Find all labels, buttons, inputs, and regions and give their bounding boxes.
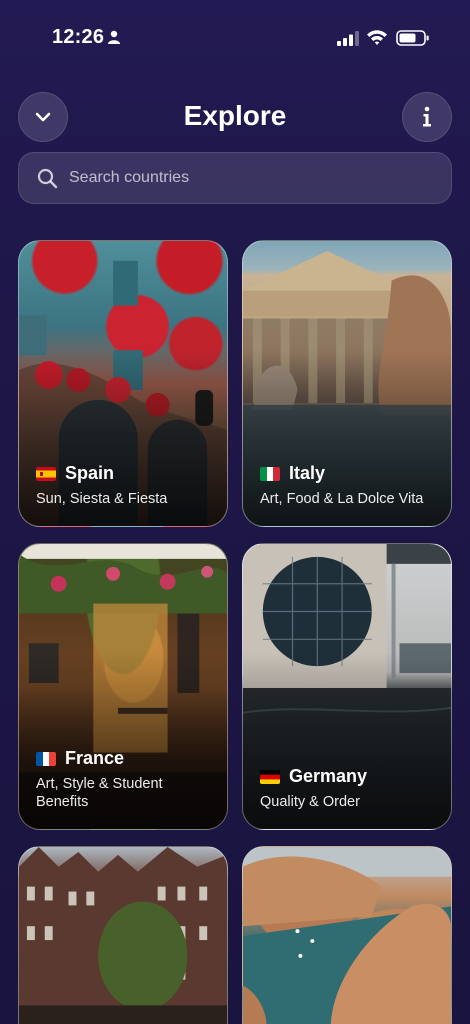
country-card-canal-houses[interactable] [18, 846, 228, 1024]
country-card-france[interactable]: France Art, Style & Student Benefits [18, 543, 228, 830]
explore-screen: 12:26 Explore Search countries Spain Sun… [0, 0, 470, 1024]
info-icon [423, 106, 431, 127]
country-card-germany[interactable]: Germany Quality & Order [242, 543, 452, 830]
italy-flag-icon [260, 466, 280, 481]
info-button[interactable] [402, 92, 452, 142]
status-bar: 12:26 [0, 0, 470, 76]
country-name: Italy [289, 463, 326, 483]
country-card-coastal-cliffs[interactable] [242, 846, 452, 1024]
country-name: Spain [65, 463, 115, 483]
wifi-icon [367, 30, 387, 45]
person-icon [108, 30, 120, 44]
country-name: Germany [289, 766, 368, 786]
country-card-italy[interactable]: Italy Art, Food & La Dolce Vita [242, 240, 452, 527]
battery-icon [396, 30, 429, 46]
search-input[interactable] [69, 153, 439, 203]
status-time: 12:26 [52, 26, 105, 48]
country-tagline: Sun, Siesta & Fiesta [36, 491, 168, 507]
country-name: France [65, 748, 125, 768]
germany-flag-icon [260, 769, 280, 784]
france-flag-icon [36, 751, 56, 766]
country-tagline: Art, Food & La Dolce Vita [260, 491, 424, 507]
coastal-cliffs-photo [243, 847, 451, 1024]
spain-flag-icon [36, 466, 56, 481]
country-tagline: Quality & Order [260, 794, 360, 810]
country-tagline: Art, Style & Student Benefits [36, 776, 163, 810]
cellular-signal-icon [337, 31, 359, 46]
search-icon [37, 168, 58, 189]
search-bar[interactable] [18, 152, 452, 204]
page-title: Explore [183, 100, 287, 131]
canal-houses-photo [19, 847, 227, 1024]
country-card-spain[interactable]: Spain Sun, Siesta & Fiesta [18, 240, 228, 527]
